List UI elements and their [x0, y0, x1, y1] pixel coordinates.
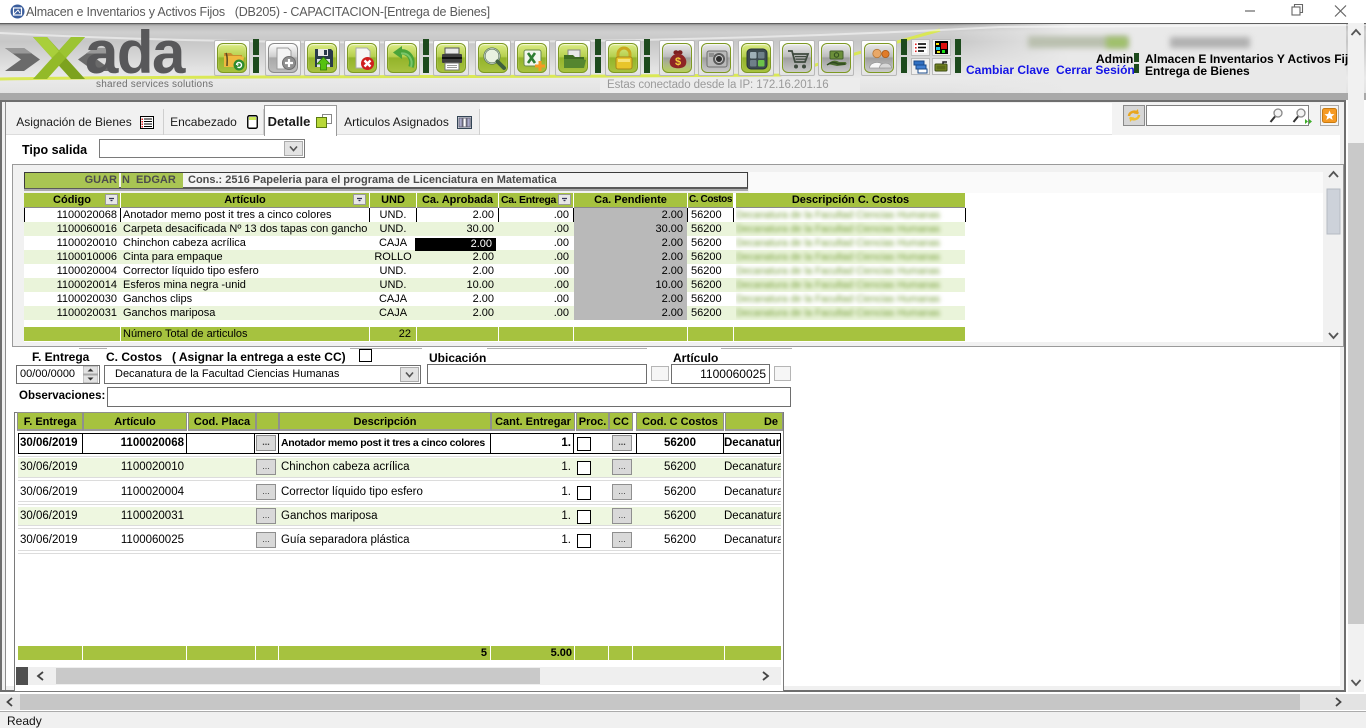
svg-text:$: $	[675, 56, 681, 68]
svg-text:ada: ada	[85, 28, 186, 86]
